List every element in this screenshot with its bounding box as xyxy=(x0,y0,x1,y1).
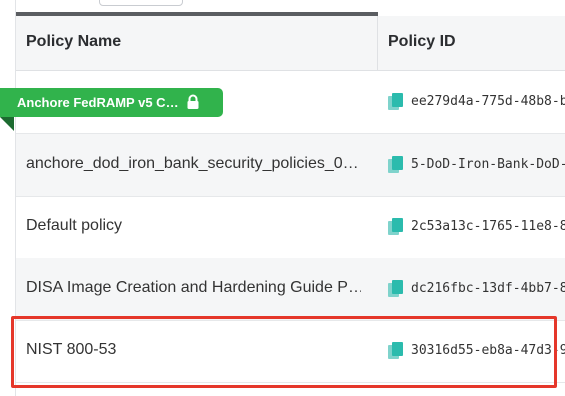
copy-icon[interactable] xyxy=(388,342,404,360)
table-row[interactable]: anchore_dod_iron_bank_security_policies_… xyxy=(16,134,565,197)
policy-id: dc216fbc-13df-4bb7-8a3c xyxy=(411,281,565,296)
copy-icon[interactable] xyxy=(388,218,404,236)
policy-id-cell: 2c53a13c-1765-11e8-82ef xyxy=(388,216,565,238)
table-header: Policy Name Policy ID xyxy=(16,16,565,71)
column-header-policy-name[interactable]: Policy Name xyxy=(26,33,121,51)
policy-id-cell: dc216fbc-13df-4bb7-8a3c xyxy=(388,278,565,300)
policy-id: 30316d55-eb8a-47d3-9a1e xyxy=(411,343,565,358)
policy-id-cell: ee279d4a-775d-48b8-b3f4 xyxy=(388,91,565,113)
policy-id: 5-DoD-Iron-Bank-DoD-Iron xyxy=(411,157,565,172)
tag-ribbon-fold xyxy=(0,117,14,131)
column-header-policy-id[interactable]: Policy ID xyxy=(388,33,456,51)
policy-name[interactable]: NIST 800-53 xyxy=(26,341,361,359)
table-row[interactable]: NIST 800-53 30316d55-eb8a-47d3-9a1e xyxy=(16,320,565,383)
policy-name[interactable]: DISA Image Creation and Hardening Guide … xyxy=(26,279,361,297)
copy-icon[interactable] xyxy=(388,156,404,174)
table-row[interactable]: DISA Image Creation and Hardening Guide … xyxy=(16,258,565,321)
copy-icon[interactable] xyxy=(388,93,404,111)
policies-table-panel: Policy Name Policy ID ee279d4a-775d-48b8… xyxy=(15,0,565,396)
lock-icon xyxy=(187,94,199,109)
active-policy-tag[interactable]: Anchore FedRAMP v5 C… xyxy=(0,88,223,117)
table-row[interactable]: Default policy 2c53a13c-1765-11e8-82ef xyxy=(16,196,565,259)
policy-id: 2c53a13c-1765-11e8-82ef xyxy=(411,219,565,234)
policy-id-cell: 30316d55-eb8a-47d3-9a1e xyxy=(388,340,565,362)
column-divider[interactable] xyxy=(377,16,378,70)
policy-id: ee279d4a-775d-48b8-b3f4 xyxy=(411,94,565,109)
policy-name[interactable]: Default policy xyxy=(26,217,361,235)
policy-id-cell: 5-DoD-Iron-Bank-DoD-Iron xyxy=(388,154,565,176)
copy-icon[interactable] xyxy=(388,280,404,298)
toolbar-button[interactable] xyxy=(99,0,183,6)
policy-name[interactable]: anchore_dod_iron_bank_security_policies_… xyxy=(26,155,361,173)
active-policy-name: Anchore FedRAMP v5 C… xyxy=(17,95,179,110)
